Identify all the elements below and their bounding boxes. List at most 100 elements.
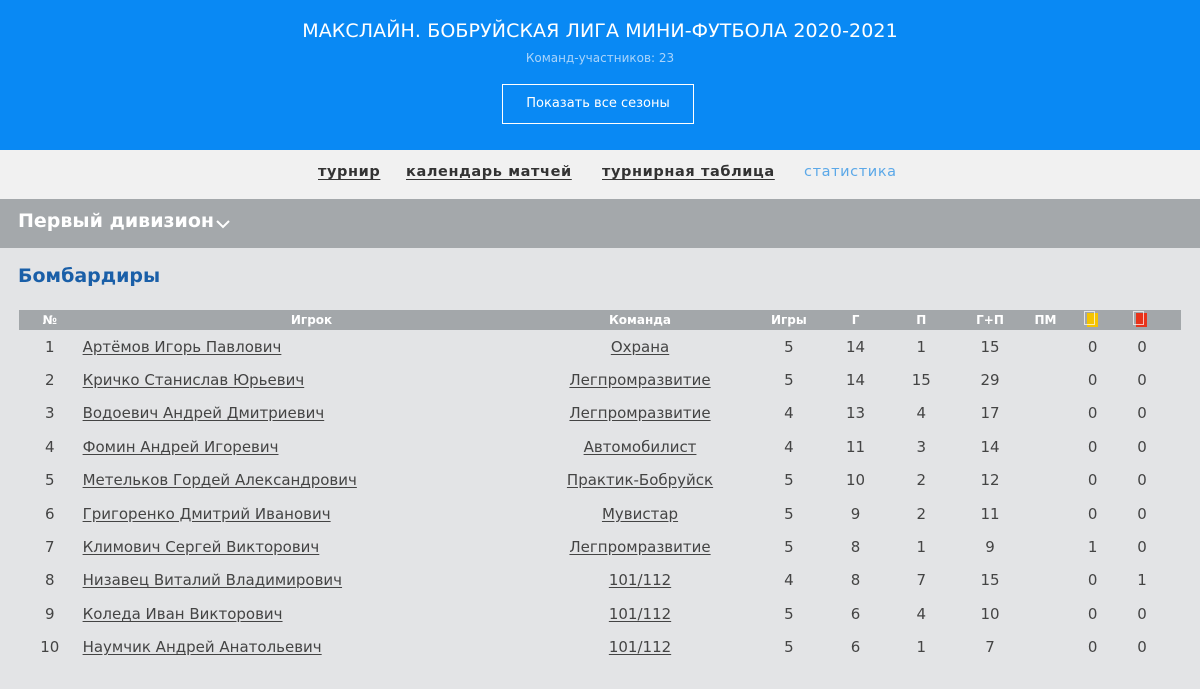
nav-item-calendar[interactable]: календарь матчей bbox=[406, 164, 572, 180]
team-cell: 101/112 bbox=[543, 597, 738, 630]
yellow-cards-cell: 0 bbox=[1087, 604, 1098, 623]
team-link[interactable]: 101/112 bbox=[609, 638, 671, 656]
player-link[interactable]: Климович Сергей Викторович bbox=[83, 538, 320, 556]
team-link[interactable]: Практик-Бобруйск bbox=[567, 471, 713, 489]
col-pm: ПМ bbox=[1034, 313, 1057, 327]
goals-cell: 11 bbox=[846, 437, 866, 456]
team-cell: Практик-Бобруйск bbox=[543, 464, 738, 497]
player-cell: Кричко Станислав Юрьевич bbox=[81, 363, 543, 396]
player-link[interactable]: Низавец Виталий Владимирович bbox=[83, 571, 342, 589]
col-player: Игрок bbox=[290, 313, 333, 327]
goals-cell: 8 bbox=[850, 538, 861, 557]
nav-item-tournament[interactable]: турнир bbox=[318, 164, 380, 180]
rank-cell: 6 bbox=[45, 504, 55, 523]
col-goals: Г bbox=[851, 313, 860, 327]
player-cell: Наумчик Андрей Анатольевич bbox=[81, 631, 543, 664]
goals-cell: 6 bbox=[850, 638, 861, 657]
team-cell: Легпромразвитие bbox=[543, 530, 738, 563]
player-link[interactable]: Наумчик Андрей Анатольевич bbox=[83, 638, 322, 656]
rank-cell: 7 bbox=[45, 538, 55, 557]
player-link[interactable]: Метельков Гордей Александрович bbox=[83, 471, 357, 489]
col-assists: П bbox=[916, 313, 927, 327]
player-link[interactable]: Кричко Станислав Юрьевич bbox=[83, 371, 305, 389]
player-link[interactable]: Григоренко Дмитрий Иванович bbox=[83, 505, 331, 523]
table-row: 1 Артёмов Игорь Павлович Охрана 5 14 1 15 0 0 bbox=[19, 330, 1181, 363]
player-link[interactable]: Водоевич Андрей Дмитриевич bbox=[83, 404, 325, 422]
col-red-cards bbox=[1103, 310, 1181, 330]
table-row: 3 Водоевич Андрей Дмитриевич Легпромразвит… bbox=[19, 397, 1181, 430]
player-cell: Григоренко Дмитрий Иванович bbox=[81, 497, 543, 530]
goals-cell: 8 bbox=[850, 571, 861, 590]
league-header: МАКСЛАЙН. БОБРУЙСКАЯ ЛИГА МИНИ-ФУТБОЛА 2… bbox=[0, 0, 1200, 150]
player-link[interactable]: Фомин Андрей Игоревич bbox=[83, 438, 279, 456]
tournament-nav: турнир календарь матчей турнирная таблиц… bbox=[0, 150, 1200, 199]
team-cell: Автомобилист bbox=[543, 430, 738, 463]
team-link[interactable]: Легпромразвитие bbox=[569, 404, 710, 422]
red-cards-cell: 0 bbox=[1137, 638, 1147, 657]
team-cell: Мувистар bbox=[543, 497, 738, 530]
points-cell: 17 bbox=[980, 404, 1000, 423]
red-cards-cell: 0 bbox=[1137, 371, 1147, 390]
division-selector[interactable]: Первый дивизион bbox=[0, 199, 1200, 248]
games-cell: 4 bbox=[784, 404, 794, 423]
rank-cell: 10 bbox=[40, 638, 60, 657]
rank-cell: 8 bbox=[45, 571, 55, 590]
games-cell: 4 bbox=[784, 437, 794, 456]
rank-cell: 4 bbox=[45, 437, 55, 456]
assists-cell: 2 bbox=[916, 504, 927, 523]
red-cards-cell: 0 bbox=[1137, 604, 1147, 623]
rank-cell: 3 bbox=[45, 404, 55, 423]
team-cell: 101/112 bbox=[543, 564, 738, 597]
points-cell: 10 bbox=[980, 604, 1000, 623]
table-row: 4 Фомин Андрей Игоревич Автомобилист 4 11 3 14… bbox=[19, 430, 1181, 463]
games-cell: 5 bbox=[784, 471, 794, 490]
team-link[interactable]: Мувистар bbox=[602, 505, 678, 523]
red-cards-cell: 0 bbox=[1137, 471, 1147, 490]
nav-item-statistics[interactable]: статистика bbox=[804, 164, 897, 180]
player-link[interactable]: Коледа Иван Викторович bbox=[83, 605, 283, 623]
games-cell: 5 bbox=[784, 604, 794, 623]
table-header-row: № Игрок Команда Игры Г П Г+П ПМ bbox=[19, 310, 1181, 330]
player-cell: Низавец Виталий Владимирович bbox=[81, 564, 543, 597]
player-cell: Коледа Иван Викторович bbox=[81, 597, 543, 630]
pm-cell bbox=[1009, 397, 1083, 430]
team-link[interactable]: Легпромразвитие bbox=[569, 371, 710, 389]
pm-cell bbox=[1009, 330, 1083, 363]
assists-cell: 4 bbox=[916, 404, 927, 423]
pm-cell bbox=[1009, 530, 1083, 563]
red-cards-cell: 0 bbox=[1137, 337, 1147, 356]
team-cell: Легпромразвитие bbox=[543, 363, 738, 396]
rank-cell: 2 bbox=[45, 371, 55, 390]
league-title: МАКСЛАЙН. БОБРУЙСКАЯ ЛИГА МИНИ-ФУТБОЛА 2… bbox=[302, 20, 898, 42]
table-row: 10 Наумчик Андрей Анатольевич 101/112 5 6 1 7 0… bbox=[19, 631, 1181, 664]
team-link[interactable]: 101/112 bbox=[609, 571, 671, 589]
pm-cell bbox=[1009, 597, 1083, 630]
table-row: 9 Коледа Иван Викторович 101/112 5 6 4 10 0 0 bbox=[19, 597, 1181, 630]
scorers-table: № Игрок Команда Игры Г П Г+П ПМ 1 Артёмов… bbox=[19, 310, 1181, 664]
team-link[interactable]: 101/112 bbox=[609, 605, 671, 623]
player-link[interactable]: Артёмов Игорь Павлович bbox=[83, 338, 282, 356]
player-cell: Фомин Андрей Игоревич bbox=[81, 430, 543, 463]
assists-cell: 1 bbox=[916, 337, 927, 356]
points-cell: 7 bbox=[985, 638, 995, 657]
show-all-seasons-button[interactable]: Показать все сезоны bbox=[502, 84, 694, 124]
team-link[interactable]: Охрана bbox=[611, 338, 669, 356]
pm-cell bbox=[1009, 497, 1083, 530]
assists-cell: 3 bbox=[916, 437, 927, 456]
red-cards-cell: 0 bbox=[1137, 538, 1147, 557]
points-cell: 29 bbox=[980, 371, 1000, 390]
team-cell: Охрана bbox=[543, 330, 738, 363]
games-cell: 5 bbox=[784, 504, 794, 523]
red-cards-cell: 0 bbox=[1137, 504, 1147, 523]
points-cell: 11 bbox=[980, 504, 1000, 523]
rank-cell: 5 bbox=[45, 471, 55, 490]
yellow-card-icon bbox=[1084, 311, 1099, 328]
nav-item-standings[interactable]: турнирная таблица bbox=[602, 164, 775, 180]
team-link[interactable]: Автомобилист bbox=[584, 438, 697, 456]
goals-cell: 9 bbox=[850, 504, 861, 523]
yellow-cards-cell: 0 bbox=[1087, 437, 1098, 456]
pm-cell bbox=[1009, 430, 1083, 463]
yellow-cards-cell: 0 bbox=[1087, 337, 1098, 356]
col-points: Г+П bbox=[976, 313, 1004, 327]
team-link[interactable]: Легпромразвитие bbox=[569, 538, 710, 556]
